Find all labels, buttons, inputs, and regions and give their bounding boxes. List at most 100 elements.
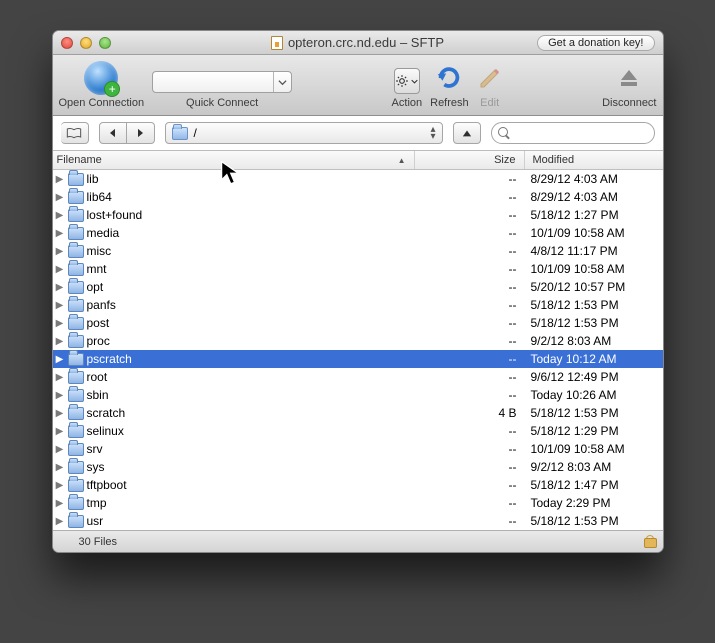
folder-icon [68, 335, 84, 348]
zoom-window-button[interactable] [99, 37, 111, 49]
disclosure-triangle-icon[interactable]: ▶ [55, 390, 65, 401]
file-row[interactable]: ▶srv--10/1/09 10:58 AM [53, 440, 663, 458]
open-connection-item[interactable]: Open Connection [59, 59, 145, 109]
file-row[interactable]: ▶media--10/1/09 10:58 AM [53, 224, 663, 242]
disclosure-triangle-icon[interactable]: ▶ [55, 498, 65, 509]
file-name-text: selinux [87, 424, 124, 438]
disclosure-triangle-icon[interactable]: ▶ [55, 192, 65, 203]
window-title-text: opteron.crc.nd.edu – SFTP [288, 35, 444, 50]
file-row[interactable]: ▶tmp--Today 2:29 PM [53, 494, 663, 512]
file-row[interactable]: ▶panfs--5/18/12 1:53 PM [53, 296, 663, 314]
refresh-item[interactable]: Refresh [430, 59, 469, 109]
file-modified-text: 5/18/12 1:29 PM [525, 424, 663, 438]
disclosure-triangle-icon[interactable]: ▶ [55, 318, 65, 329]
disconnect-item[interactable]: Disconnect [602, 59, 656, 109]
file-row[interactable]: ▶ selinux --5/18/12 1:29 PM [53, 422, 663, 440]
column-filename[interactable]: Filename ▲ [53, 151, 415, 169]
disclosure-triangle-icon[interactable]: ▶ [55, 282, 65, 293]
triangle-right-icon [136, 128, 145, 138]
file-name-text: lost+found [87, 208, 143, 222]
file-name-text: post [87, 316, 110, 330]
file-size-text: -- [415, 496, 525, 510]
quick-connect-dropdown[interactable] [273, 72, 291, 92]
search-icon [498, 127, 510, 139]
quick-connect-input[interactable] [153, 72, 273, 92]
file-row[interactable]: ▶lib--8/29/12 4:03 AM [53, 170, 663, 188]
document-proxy-icon [271, 36, 283, 50]
chevron-down-icon [278, 78, 287, 87]
titlebar[interactable]: opteron.crc.nd.edu – SFTP Get a donation… [53, 31, 663, 55]
disclosure-triangle-icon[interactable]: ▶ [55, 300, 65, 311]
go-up-button[interactable] [453, 122, 481, 144]
disclosure-triangle-icon[interactable]: ▶ [55, 480, 65, 491]
file-row[interactable]: ▶pscratch--Today 10:12 AM [53, 350, 663, 368]
file-modified-text: 5/18/12 1:53 PM [525, 406, 663, 420]
disclosure-triangle-icon[interactable]: ▶ [55, 372, 65, 383]
search-input[interactable] [514, 126, 648, 140]
gear-icon [395, 74, 409, 88]
file-modified-text: Today 10:12 AM [525, 352, 663, 366]
file-row[interactable]: ▶tftpboot--5/18/12 1:47 PM [53, 476, 663, 494]
disclosure-triangle-icon[interactable]: ▶ [55, 462, 65, 473]
file-modified-text: 10/1/09 10:58 AM [525, 262, 663, 276]
disclosure-triangle-icon[interactable]: ▶ [55, 426, 65, 437]
file-row[interactable]: ▶sbin--Today 10:26 AM [53, 386, 663, 404]
edit-label: Edit [480, 97, 499, 109]
file-row[interactable]: ▶sys--9/2/12 8:03 AM [53, 458, 663, 476]
file-row[interactable]: ▶proc--9/2/12 8:03 AM [53, 332, 663, 350]
disclosure-triangle-icon[interactable]: ▶ [55, 408, 65, 419]
file-size-text: -- [415, 442, 525, 456]
minimize-window-button[interactable] [80, 37, 92, 49]
file-size-text: -- [415, 424, 525, 438]
file-row[interactable]: ▶post--5/18/12 1:53 PM [53, 314, 663, 332]
triangle-left-icon [108, 128, 117, 138]
disclosure-triangle-icon[interactable]: ▶ [55, 174, 65, 185]
history-back-button[interactable] [99, 122, 127, 144]
disclosure-triangle-icon[interactable]: ▶ [55, 228, 65, 239]
file-row[interactable]: ▶usr--5/18/12 1:53 PM [53, 512, 663, 530]
donation-button[interactable]: Get a donation key! [537, 35, 654, 51]
disclosure-triangle-icon[interactable]: ▶ [55, 264, 65, 275]
path-text: / [194, 126, 197, 140]
close-window-button[interactable] [61, 37, 73, 49]
file-size-text: -- [415, 334, 525, 348]
file-size-text: -- [415, 280, 525, 294]
disclosure-triangle-icon[interactable]: ▶ [55, 516, 65, 527]
file-name-text: lib [87, 172, 99, 186]
bookmarks-button[interactable] [61, 122, 89, 144]
disclosure-triangle-icon[interactable]: ▶ [55, 210, 65, 221]
path-dropdown[interactable]: / ▴▾ [165, 122, 443, 144]
disclosure-triangle-icon[interactable]: ▶ [55, 444, 65, 455]
file-name-text: proc [87, 334, 110, 348]
file-name-text: tmp [87, 496, 107, 510]
file-row[interactable]: ▶root--9/6/12 12:49 PM [53, 368, 663, 386]
folder-icon [68, 443, 84, 456]
disclosure-triangle-icon[interactable]: ▶ [55, 354, 65, 365]
folder-icon [68, 353, 84, 366]
quick-connect-item: Quick Connect [152, 59, 292, 109]
file-list[interactable]: ▶lib--8/29/12 4:03 AM▶lib64--8/29/12 4:0… [53, 170, 663, 530]
book-icon [66, 127, 82, 139]
column-modified[interactable]: Modified [525, 151, 663, 169]
file-row[interactable]: ▶lib64--8/29/12 4:03 AM [53, 188, 663, 206]
quick-connect-combo[interactable] [152, 71, 292, 93]
file-size-text: -- [415, 172, 525, 186]
lock-icon [644, 535, 655, 548]
file-row[interactable]: ▶misc--4/8/12 11:17 PM [53, 242, 663, 260]
folder-icon [68, 461, 84, 474]
search-field[interactable] [491, 122, 655, 144]
action-item[interactable]: Action [392, 59, 423, 109]
file-name-text: scratch [87, 406, 126, 420]
file-row[interactable]: ▶lost+found--5/18/12 1:27 PM [53, 206, 663, 224]
file-row[interactable]: ▶opt--5/20/12 10:57 PM [53, 278, 663, 296]
action-button[interactable] [394, 68, 420, 94]
file-row[interactable]: ▶scratch4 B5/18/12 1:53 PM [53, 404, 663, 422]
disclosure-triangle-icon[interactable]: ▶ [55, 246, 65, 257]
file-name-text: sbin [87, 388, 109, 402]
folder-icon [68, 515, 84, 528]
file-row[interactable]: ▶mnt--10/1/09 10:58 AM [53, 260, 663, 278]
history-forward-button[interactable] [127, 122, 155, 144]
disclosure-triangle-icon[interactable]: ▶ [55, 336, 65, 347]
folder-icon [68, 299, 84, 312]
column-size[interactable]: Size [415, 151, 525, 169]
